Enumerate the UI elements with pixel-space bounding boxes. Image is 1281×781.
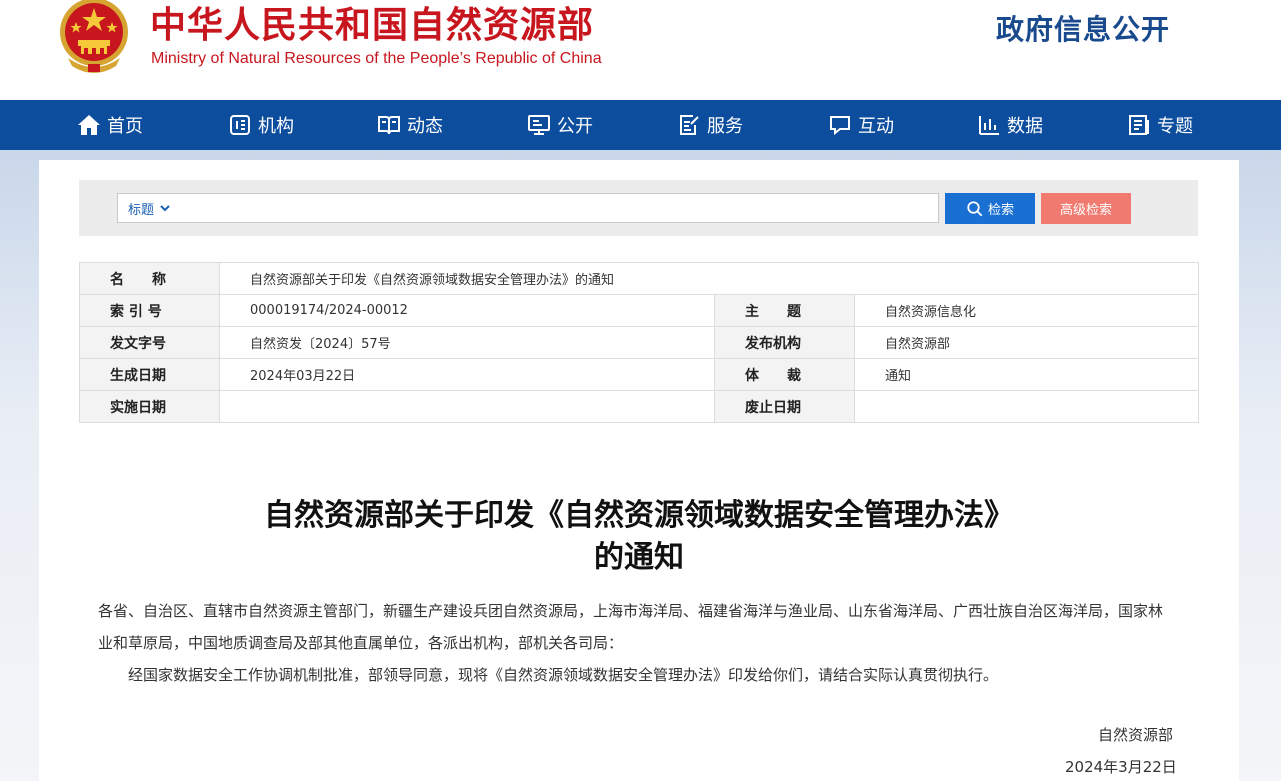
national-emblem-icon[interactable] — [54, 0, 134, 76]
nav-item-home[interactable]: 首页 — [77, 100, 143, 150]
article-title-line1: 自然资源部关于印发《自然资源领域数据安全管理办法》 — [264, 498, 1014, 533]
genre-label: 体 裁 — [714, 358, 855, 391]
created-value: 2024年03月22日 — [219, 358, 715, 391]
chart-icon — [979, 116, 999, 135]
nav-label: 首页 — [107, 116, 143, 137]
search-bar: 标题 检索 高级检索 — [79, 180, 1198, 236]
nav-label: 动态 — [407, 116, 443, 137]
genre-value: 通知 — [854, 358, 1199, 391]
table-row: 实施日期 废止日期 — [79, 390, 1199, 423]
publisher-label: 发布机构 — [714, 326, 855, 359]
main-nav: 首页 机构 动态 公开 服务 互动 数据 专题 — [0, 100, 1281, 150]
doc-icon — [1129, 115, 1149, 135]
section-title[interactable]: 政府信息公开 — [996, 8, 1170, 48]
topic-label: 主 题 — [714, 294, 855, 327]
docno-value: 自然资发〔2024〕57号 — [219, 326, 715, 359]
search-button-label: 检索 — [987, 203, 1014, 218]
nav-item-public[interactable]: 公开 — [527, 100, 593, 150]
site-header: 中华人民共和国自然资源部 Ministry of Natural Resourc… — [0, 0, 1281, 100]
chevron-down-icon — [160, 205, 170, 212]
expiry-value — [854, 390, 1199, 423]
created-label: 生成日期 — [79, 358, 220, 391]
search-icon — [967, 200, 983, 216]
table-row: 索 引 号 000019174/2024-00012 主 题 自然资源信息化 — [79, 294, 1199, 327]
org-icon — [230, 115, 250, 135]
topic-value: 自然资源信息化 — [854, 294, 1199, 327]
nav-item-topic[interactable]: 专题 — [1127, 100, 1193, 150]
edit-icon — [680, 115, 699, 135]
monitor-icon — [528, 115, 550, 135]
nav-item-org[interactable]: 机构 — [228, 100, 294, 150]
signature-date: 2024年3月22日 — [1065, 758, 1177, 776]
home-icon — [78, 115, 100, 135]
search-box: 标题 — [117, 193, 939, 223]
name-value: 自然资源部关于印发《自然资源领域数据安全管理办法》的通知 — [219, 262, 1199, 295]
nav-item-service[interactable]: 服务 — [677, 100, 743, 150]
nav-label: 服务 — [707, 116, 743, 137]
search-type-label: 标题 — [128, 202, 155, 218]
site-title-en[interactable]: Ministry of Natural Resources of the Peo… — [151, 50, 602, 68]
nav-label: 数据 — [1007, 116, 1043, 137]
index-label: 索 引 号 — [79, 294, 220, 327]
nav-label: 公开 — [557, 116, 593, 137]
article-title-line2: 的通知 — [594, 540, 684, 575]
nav-label: 机构 — [258, 116, 294, 137]
signature-org: 自然资源部 — [1098, 726, 1174, 744]
document-info-table: 名 称 自然资源部关于印发《自然资源领域数据安全管理办法》的通知 索 引 号 0… — [79, 262, 1199, 423]
docno-label: 发文字号 — [79, 326, 220, 359]
site-title-cn[interactable]: 中华人民共和国自然资源部 — [150, 0, 594, 48]
article-paragraph: 各省、自治区、直辖市自然资源主管部门，新疆生产建设兵团自然资源局，上海市海洋局、… — [98, 602, 1164, 652]
chat-icon — [830, 116, 850, 136]
advanced-search-button[interactable]: 高级检索 — [1041, 193, 1131, 224]
publisher-value: 自然资源部 — [854, 326, 1199, 359]
article-title: 自然资源部关于印发《自然资源领域数据安全管理办法》 的通知 — [39, 495, 1239, 579]
book-icon — [378, 116, 400, 135]
name-label: 名 称 — [79, 262, 220, 295]
effective-value — [219, 390, 715, 423]
table-row: 名 称 自然资源部关于印发《自然资源领域数据安全管理办法》的通知 — [79, 262, 1199, 295]
article-body: 各省、自治区、直辖市自然资源主管部门，新疆生产建设兵团自然资源局，上海市海洋局、… — [98, 595, 1168, 691]
nav-label: 互动 — [858, 116, 894, 137]
table-row: 发文字号 自然资发〔2024〕57号 发布机构 自然资源部 — [79, 326, 1199, 359]
index-value: 000019174/2024-00012 — [219, 294, 715, 327]
nav-item-news[interactable]: 动态 — [377, 100, 443, 150]
search-button[interactable]: 检索 — [945, 193, 1035, 224]
nav-item-interact[interactable]: 互动 — [828, 100, 894, 150]
article-paragraph: 经国家数据安全工作协调机制批准，部领导同意，现将《自然资源领域数据安全管理办法》… — [128, 666, 999, 684]
nav-label: 专题 — [1157, 116, 1193, 137]
content-panel: 标题 检索 高级检索 名 称 自然资源部关于印发《自然资源领域数据安全管理办法》… — [39, 160, 1239, 781]
search-type-select[interactable]: 标题 — [128, 194, 171, 222]
table-row: 生成日期 2024年03月22日 体 裁 通知 — [79, 358, 1199, 391]
nav-item-data[interactable]: 数据 — [977, 100, 1043, 150]
expiry-label: 废止日期 — [714, 390, 855, 423]
search-input[interactable] — [192, 196, 932, 220]
effective-label: 实施日期 — [79, 390, 220, 423]
